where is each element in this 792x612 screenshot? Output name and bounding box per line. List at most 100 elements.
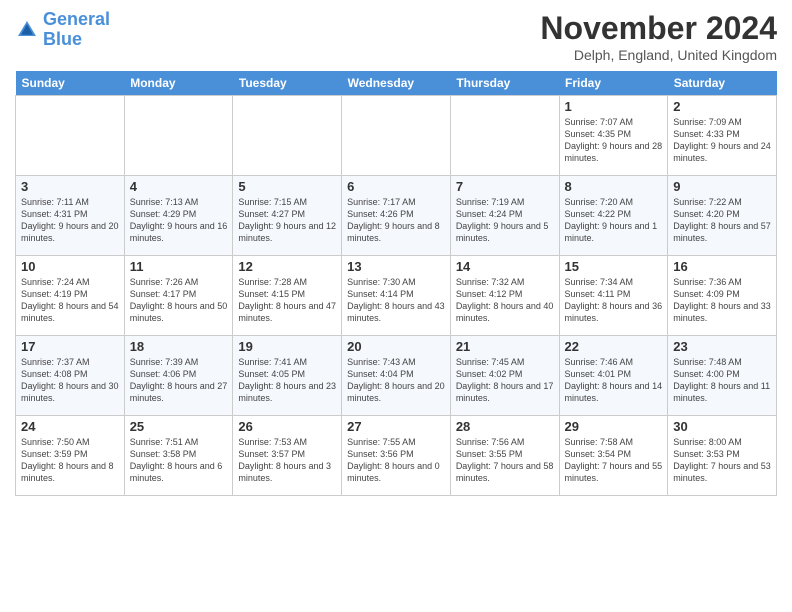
day-info: Sunrise: 7:51 AM Sunset: 3:58 PM Dayligh… (130, 436, 228, 485)
day-info: Sunrise: 7:30 AM Sunset: 4:14 PM Dayligh… (347, 276, 445, 325)
day-number: 19 (238, 339, 336, 354)
calendar-cell: 21Sunrise: 7:45 AM Sunset: 4:02 PM Dayli… (450, 336, 559, 416)
day-number: 14 (456, 259, 554, 274)
day-number: 9 (673, 179, 771, 194)
calendar-body: 1 Sunrise: 7:07 AM Sunset: 4:35 PM Daylig… (16, 96, 777, 496)
month-title: November 2024 (540, 10, 777, 47)
day-info: Sunrise: 7:41 AM Sunset: 4:05 PM Dayligh… (238, 356, 336, 405)
day-number: 30 (673, 419, 771, 434)
calendar-cell: 24 Sunrise: 7:50 AM Sunset: 3:59 PM Dayli… (16, 416, 125, 496)
day-info: Sunrise: 7:17 AM Sunset: 4:26 PM Dayligh… (347, 196, 445, 245)
calendar-cell: 14Sunrise: 7:32 AM Sunset: 4:12 PM Dayli… (450, 256, 559, 336)
calendar-cell: 13 Sunrise: 7:30 AM Sunset: 4:14 PM Dayli… (342, 256, 451, 336)
logo-text: General Blue (43, 10, 110, 50)
main-container: General Blue November 2024 Delph, Englan… (0, 0, 792, 506)
calendar-cell: 2 Sunrise: 7:09 AM Sunset: 4:33 PM Daylig… (668, 96, 777, 176)
weekday-header-tuesday: Tuesday (233, 71, 342, 96)
day-info: Sunrise: 7:55 AM Sunset: 3:56 PM Dayligh… (347, 436, 445, 485)
calendar-cell (124, 96, 233, 176)
calendar-cell: 1 Sunrise: 7:07 AM Sunset: 4:35 PM Daylig… (559, 96, 668, 176)
day-info: Sunrise: 7:37 AM Sunset: 4:08 PM Dayligh… (21, 356, 119, 405)
day-info: Sunrise: 7:39 AM Sunset: 4:06 PM Dayligh… (130, 356, 228, 405)
calendar-cell: 25 Sunrise: 7:51 AM Sunset: 3:58 PM Dayli… (124, 416, 233, 496)
day-number: 25 (130, 419, 228, 434)
day-info: Sunrise: 7:53 AM Sunset: 3:57 PM Dayligh… (238, 436, 336, 485)
calendar-cell (342, 96, 451, 176)
day-number: 22 (565, 339, 663, 354)
calendar-cell: 28 Sunrise: 7:56 AM Sunset: 3:55 PM Dayli… (450, 416, 559, 496)
day-info: Sunrise: 7:56 AM Sunset: 3:55 PM Dayligh… (456, 436, 554, 485)
day-info: Sunrise: 7:20 AM Sunset: 4:22 PM Dayligh… (565, 196, 663, 245)
calendar-cell: 23Sunrise: 7:48 AM Sunset: 4:00 PM Dayli… (668, 336, 777, 416)
day-number: 4 (130, 179, 228, 194)
calendar-cell: 16Sunrise: 7:36 AM Sunset: 4:09 PM Dayli… (668, 256, 777, 336)
day-number: 10 (21, 259, 119, 274)
calendar-cell: 17 Sunrise: 7:37 AM Sunset: 4:08 PM Dayli… (16, 336, 125, 416)
day-info: Sunrise: 7:28 AM Sunset: 4:15 PM Dayligh… (238, 276, 336, 325)
calendar-cell (450, 96, 559, 176)
weekday-header-friday: Friday (559, 71, 668, 96)
calendar-cell: 29Sunrise: 7:58 AM Sunset: 3:54 PM Dayli… (559, 416, 668, 496)
day-number: 11 (130, 259, 228, 274)
calendar-week-1: 1 Sunrise: 7:07 AM Sunset: 4:35 PM Daylig… (16, 96, 777, 176)
weekday-header-monday: Monday (124, 71, 233, 96)
day-number: 23 (673, 339, 771, 354)
day-number: 15 (565, 259, 663, 274)
day-info: Sunrise: 7:13 AM Sunset: 4:29 PM Dayligh… (130, 196, 228, 245)
calendar-cell: 11 Sunrise: 7:26 AM Sunset: 4:17 PM Dayli… (124, 256, 233, 336)
day-number: 13 (347, 259, 445, 274)
calendar-cell: 26Sunrise: 7:53 AM Sunset: 3:57 PM Dayli… (233, 416, 342, 496)
logo-blue: Blue (43, 30, 110, 50)
day-number: 2 (673, 99, 771, 114)
day-info: Sunrise: 7:34 AM Sunset: 4:11 PM Dayligh… (565, 276, 663, 325)
day-number: 1 (565, 99, 663, 114)
calendar-week-2: 3 Sunrise: 7:11 AM Sunset: 4:31 PM Daylig… (16, 176, 777, 256)
calendar-cell: 30 Sunrise: 8:00 AM Sunset: 3:53 PM Dayli… (668, 416, 777, 496)
day-number: 3 (21, 179, 119, 194)
day-info: Sunrise: 7:43 AM Sunset: 4:04 PM Dayligh… (347, 356, 445, 405)
calendar-cell: 20 Sunrise: 7:43 AM Sunset: 4:04 PM Dayli… (342, 336, 451, 416)
calendar-cell: 10 Sunrise: 7:24 AM Sunset: 4:19 PM Dayli… (16, 256, 125, 336)
day-number: 5 (238, 179, 336, 194)
day-info: Sunrise: 7:15 AM Sunset: 4:27 PM Dayligh… (238, 196, 336, 245)
day-info: Sunrise: 7:36 AM Sunset: 4:09 PM Dayligh… (673, 276, 771, 325)
day-number: 6 (347, 179, 445, 194)
calendar-week-5: 24 Sunrise: 7:50 AM Sunset: 3:59 PM Dayli… (16, 416, 777, 496)
calendar-cell: 12Sunrise: 7:28 AM Sunset: 4:15 PM Dayli… (233, 256, 342, 336)
calendar-cell: 3 Sunrise: 7:11 AM Sunset: 4:31 PM Daylig… (16, 176, 125, 256)
logo: General Blue (15, 10, 110, 50)
weekday-header-row: SundayMondayTuesdayWednesdayThursdayFrid… (16, 71, 777, 96)
weekday-header-saturday: Saturday (668, 71, 777, 96)
day-info: Sunrise: 7:46 AM Sunset: 4:01 PM Dayligh… (565, 356, 663, 405)
day-number: 24 (21, 419, 119, 434)
calendar-table: SundayMondayTuesdayWednesdayThursdayFrid… (15, 71, 777, 496)
calendar-cell: 19 Sunrise: 7:41 AM Sunset: 4:05 PM Dayli… (233, 336, 342, 416)
calendar-cell: 15 Sunrise: 7:34 AM Sunset: 4:11 PM Dayli… (559, 256, 668, 336)
day-info: Sunrise: 7:11 AM Sunset: 4:31 PM Dayligh… (21, 196, 119, 245)
calendar-cell (16, 96, 125, 176)
calendar-week-4: 17 Sunrise: 7:37 AM Sunset: 4:08 PM Dayli… (16, 336, 777, 416)
day-number: 20 (347, 339, 445, 354)
day-info: Sunrise: 7:24 AM Sunset: 4:19 PM Dayligh… (21, 276, 119, 325)
calendar-cell: 8 Sunrise: 7:20 AM Sunset: 4:22 PM Daylig… (559, 176, 668, 256)
title-block: November 2024 Delph, England, United Kin… (540, 10, 777, 63)
day-info: Sunrise: 8:00 AM Sunset: 3:53 PM Dayligh… (673, 436, 771, 485)
day-number: 27 (347, 419, 445, 434)
day-info: Sunrise: 7:26 AM Sunset: 4:17 PM Dayligh… (130, 276, 228, 325)
day-number: 17 (21, 339, 119, 354)
day-number: 18 (130, 339, 228, 354)
weekday-header-thursday: Thursday (450, 71, 559, 96)
day-number: 8 (565, 179, 663, 194)
day-info: Sunrise: 7:09 AM Sunset: 4:33 PM Dayligh… (673, 116, 771, 165)
calendar-cell: 22 Sunrise: 7:46 AM Sunset: 4:01 PM Dayli… (559, 336, 668, 416)
logo-general: General (43, 9, 110, 29)
day-info: Sunrise: 7:50 AM Sunset: 3:59 PM Dayligh… (21, 436, 119, 485)
day-number: 28 (456, 419, 554, 434)
location: Delph, England, United Kingdom (540, 47, 777, 63)
calendar-cell: 5 Sunrise: 7:15 AM Sunset: 4:27 PM Daylig… (233, 176, 342, 256)
weekday-header-sunday: Sunday (16, 71, 125, 96)
day-info: Sunrise: 7:07 AM Sunset: 4:35 PM Dayligh… (565, 116, 663, 165)
day-info: Sunrise: 7:58 AM Sunset: 3:54 PM Dayligh… (565, 436, 663, 485)
calendar-week-3: 10 Sunrise: 7:24 AM Sunset: 4:19 PM Dayli… (16, 256, 777, 336)
day-number: 7 (456, 179, 554, 194)
